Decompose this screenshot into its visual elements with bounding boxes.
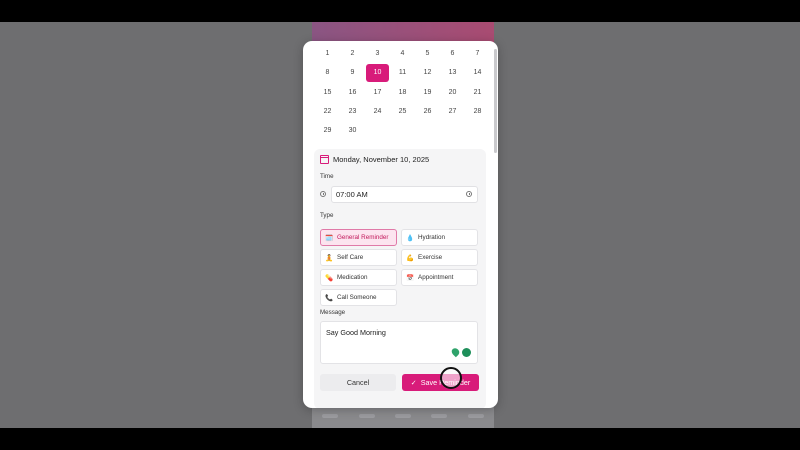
calendar-day[interactable]: 25: [390, 102, 415, 121]
type-option-icon: 💪: [406, 254, 415, 262]
calendar-day[interactable]: 2: [340, 44, 365, 63]
calendar-day[interactable]: 18: [390, 83, 415, 102]
type-option-icon: 🗓️: [325, 234, 334, 242]
calendar-day[interactable]: 13: [440, 63, 465, 82]
calendar-day[interactable]: 17: [365, 83, 390, 102]
message-input[interactable]: Say Good Morning: [320, 321, 478, 364]
calendar-day[interactable]: 19: [415, 83, 440, 102]
calendar-day[interactable]: 28: [465, 102, 490, 121]
type-option-icon: 📅: [406, 274, 415, 282]
calendar-day[interactable]: 30: [340, 121, 365, 140]
time-value: 07:00 AM: [336, 190, 368, 199]
type-option-label: Medication: [337, 274, 368, 281]
calendar-day[interactable]: 23: [340, 102, 365, 121]
selected-date-row: Monday, November 10, 2025: [320, 155, 429, 164]
time-label: Time: [320, 173, 334, 180]
clock-icon: [320, 191, 326, 197]
reminder-form: Monday, November 10, 2025 Time 07:00 AM …: [314, 149, 486, 408]
calendar-day[interactable]: 24: [365, 102, 390, 121]
calendar-day[interactable]: 10: [366, 64, 389, 82]
type-option-label: Exercise: [418, 254, 443, 261]
type-option[interactable]: 💪 Exercise: [401, 249, 478, 266]
calendar-day[interactable]: 5: [415, 44, 440, 63]
calendar-day[interactable]: 8: [315, 63, 340, 82]
whatsapp-icon[interactable]: [462, 348, 471, 357]
type-label: Type: [320, 212, 334, 219]
type-option-label: General Reminder: [337, 234, 389, 241]
cancel-button[interactable]: Cancel: [320, 374, 396, 391]
calendar-day[interactable]: 26: [415, 102, 440, 121]
type-option-label: Appointment: [418, 274, 454, 281]
calendar-day[interactable]: 11: [390, 63, 415, 82]
calendar-day[interactable]: 21: [465, 83, 490, 102]
calendar-day[interactable]: 16: [340, 83, 365, 102]
type-option-label: Call Someone: [337, 294, 377, 301]
calendar-day[interactable]: 6: [440, 44, 465, 63]
calendar-day[interactable]: 9: [340, 63, 365, 82]
message-text: Say Good Morning: [326, 328, 386, 337]
reminder-modal: 1 2 3 4 5 6 7 8 9 10 11 12 13 14 15 16 17 18 19 20 21 22 23 24 2…: [303, 41, 498, 408]
type-option-icon: 💊: [325, 274, 334, 282]
type-option-label: Hydration: [418, 234, 445, 241]
calendar-day[interactable]: 20: [440, 83, 465, 102]
type-option-icon: 🧘: [325, 254, 334, 262]
calendar-day[interactable]: 4: [390, 44, 415, 63]
calendar-day[interactable]: 1: [315, 44, 340, 63]
calendar-day[interactable]: 29: [315, 121, 340, 140]
type-option[interactable]: 🗓️ General Reminder: [320, 229, 397, 246]
type-option[interactable]: 💊 Medication: [320, 269, 397, 286]
calendar-icon: [320, 155, 329, 164]
calendar-day[interactable]: 3: [365, 44, 390, 63]
cancel-label: Cancel: [346, 378, 370, 387]
type-option-label: Self Care: [337, 254, 364, 261]
type-option[interactable]: 📅 Appointment: [401, 269, 478, 286]
cursor-indicator: [440, 367, 462, 389]
calendar-day[interactable]: 15: [315, 83, 340, 102]
type-option-icon: 📞: [325, 294, 334, 302]
calendar-day[interactable]: 27: [440, 102, 465, 121]
calendar-day[interactable]: 7: [465, 44, 490, 63]
type-option[interactable]: 💧 Hydration: [401, 229, 478, 246]
calendar-day[interactable]: 12: [415, 63, 440, 82]
scrollbar[interactable]: [494, 49, 497, 153]
location-pin-icon[interactable]: [450, 346, 461, 358]
calendar-day[interactable]: 22: [315, 102, 340, 121]
selected-date: Monday, November 10, 2025: [333, 155, 430, 164]
message-label: Message: [320, 309, 346, 316]
type-option[interactable]: 📞 Call Someone: [320, 289, 397, 306]
check-icon: ✓: [410, 378, 417, 387]
calendar-day[interactable]: 14: [465, 63, 490, 82]
type-option-icon: 💧: [406, 234, 415, 242]
time-picker-icon[interactable]: [466, 191, 472, 197]
calendar-grid: 1 2 3 4 5 6 7 8 9 10 11 12 13 14 15 16 17 18 19 20 21 22 23 24 2…: [315, 44, 490, 140]
time-input[interactable]: 07:00 AM: [331, 186, 478, 203]
background-nav: [312, 408, 494, 424]
type-option[interactable]: 🧘 Self Care: [320, 249, 397, 266]
